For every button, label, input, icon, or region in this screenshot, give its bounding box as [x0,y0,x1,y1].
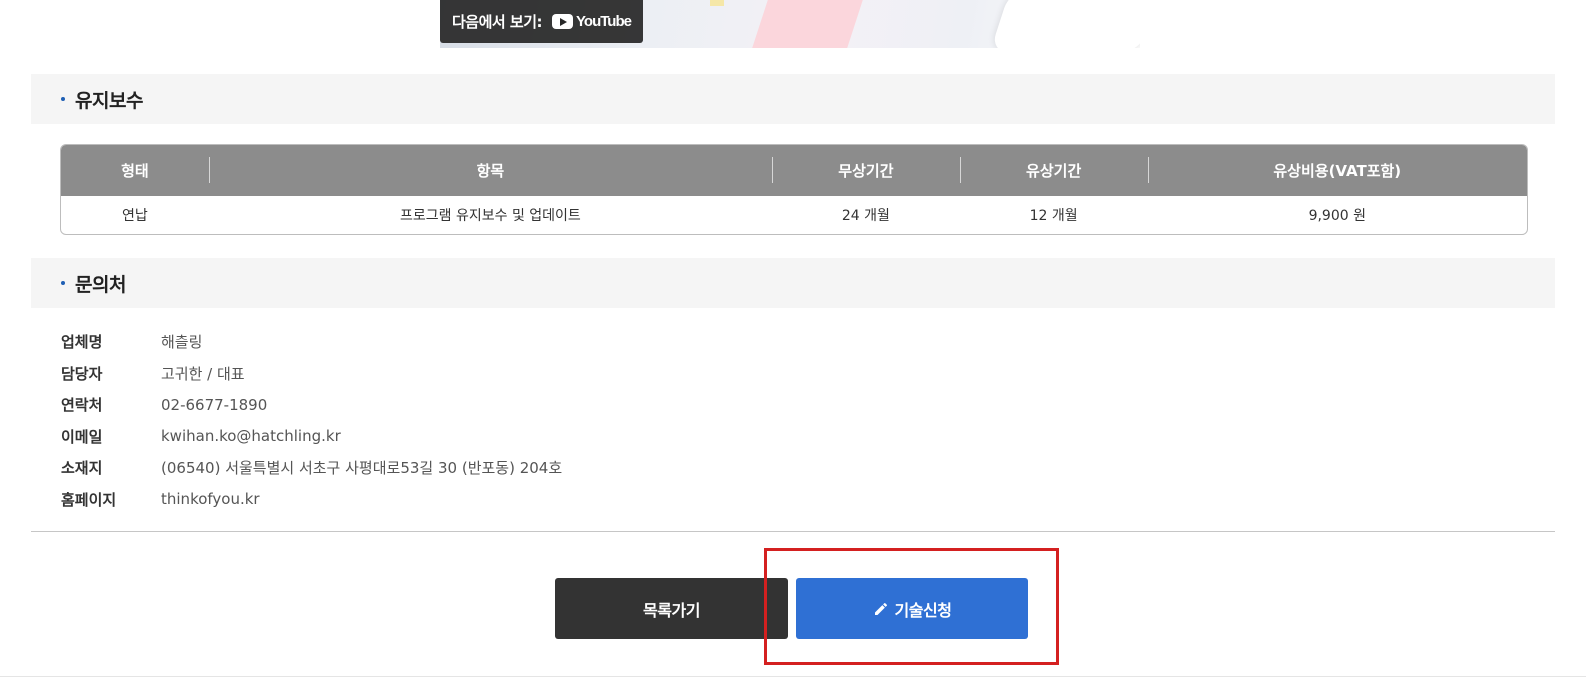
youtube-logo-icon: YouTube [552,13,632,30]
pencil-icon [874,602,887,615]
contact-label: 이메일 [61,427,103,446]
contact-label: 소재지 [61,459,103,478]
table-header-cell: 형태 [121,162,149,180]
table-cell: 12 개월 [1029,208,1078,224]
thumbnail-decoration [750,0,865,48]
divider [31,531,1555,532]
maintenance-table: 형태 항목 무상기간 유상기간 유상비용(VAT포함) 연납 프로그램 유지보수… [60,144,1528,235]
tech-apply-label: 기술신청 [894,600,952,620]
watch-on-label: 다음에서 보기: [452,13,543,31]
play-icon [552,14,574,29]
contact-value: thinkofyou.kr [161,490,260,509]
contact-label: 업체명 [61,333,103,352]
watch-on-youtube-button[interactable]: 다음에서 보기: YouTube [440,0,643,43]
table-header-cell: 유상비용(VAT포함) [1147,145,1527,196]
contact-title: 문의처 [75,273,126,296]
table-header-row: 형태 항목 무상기간 유상기간 유상비용(VAT포함) [61,145,1527,196]
back-to-list-button[interactable]: 목록가기 [555,578,788,639]
table-cell: 프로그램 유지보수 및 업데이트 [400,208,581,224]
table-row: 연납 프로그램 유지보수 및 업데이트 24 개월 12 개월 9,900 원 [61,196,1527,234]
table-header-cell: 항목 [208,145,772,196]
contact-row-company: 업체명 해츨링 [61,326,562,358]
contact-row-homepage: 홈페이지 thinkofyou.kr [61,484,562,516]
contact-value: kwihan.ko@hatchling.kr [161,427,341,446]
maintenance-section-header: 유지보수 [31,74,1555,124]
youtube-brand: YouTube [576,13,632,30]
bottom-divider [0,676,1586,677]
contact-section-header: 문의처 [31,258,1555,308]
contact-value: 해츨링 [161,333,203,352]
table-cell: 24 개월 [841,208,890,224]
contact-label: 담당자 [61,364,103,383]
tech-apply-button[interactable]: 기술신청 [796,578,1028,639]
contact-info: 업체명 해츨링 담당자 고귀한 / 대표 연락처 02-6677-1890 이메… [61,326,562,515]
contact-row-manager: 담당자 고귀한 / 대표 [61,358,562,390]
table-header-cell: 무상기간 [772,145,960,196]
contact-value: 02-6677-1890 [161,395,268,414]
thumbnail-decoration [989,0,1140,48]
table-header-cell: 유상기간 [959,145,1148,196]
contact-row-address: 소재지 (06540) 서울특별시 서초구 사평대로53길 30 (반포동) 2… [61,452,562,484]
contact-label: 홈페이지 [61,490,117,509]
thumbnail-decoration [710,0,724,6]
bullet-icon [61,97,65,101]
contact-value: (06540) 서울특별시 서초구 사평대로53길 30 (반포동) 204호 [161,459,563,478]
table-cell: 9,900 원 [1308,208,1366,224]
contact-label: 연락처 [61,396,103,415]
bullet-icon [61,281,65,285]
contact-row-email: 이메일 kwihan.ko@hatchling.kr [61,421,562,453]
contact-value: 고귀한 / 대표 [161,364,245,383]
table-cell: 연납 [122,208,148,224]
contact-row-phone: 연락처 02-6677-1890 [61,389,562,421]
maintenance-title: 유지보수 [75,89,143,112]
